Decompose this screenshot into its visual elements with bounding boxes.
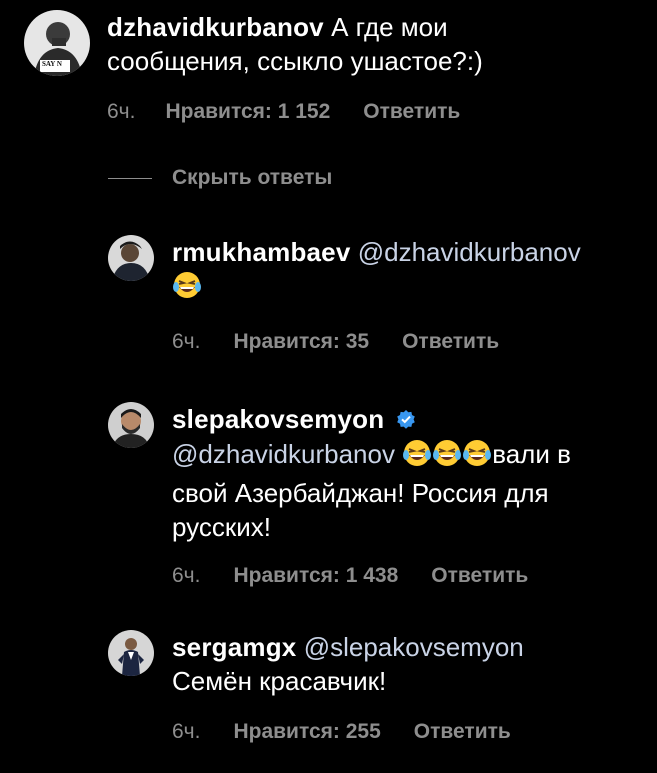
avatar[interactable] (108, 402, 154, 448)
avatar[interactable] (108, 235, 154, 281)
reply-mention[interactable]: @slepakovsemyon (304, 632, 524, 662)
reply-username[interactable]: sergamgx (172, 632, 296, 662)
hide-replies-button[interactable]: Скрыть ответы (108, 166, 332, 190)
hide-replies-label: Скрыть ответы (172, 166, 333, 189)
reply-username[interactable]: slepakovsemyon (172, 404, 384, 434)
reply-username[interactable]: rmukhambaev (172, 237, 351, 267)
avatar-image-icon (108, 235, 154, 281)
avatar[interactable]: SAY N (24, 10, 90, 76)
reply-button[interactable]: Ответить (431, 564, 528, 588)
reply-likes[interactable]: Нравится: 255 (233, 720, 380, 744)
reply-button[interactable]: Ответить (414, 720, 511, 744)
reply-mention[interactable]: @dzhavidkurbanov (358, 237, 581, 267)
comment-text-line2: сообщения, ссыкло ушастое?:) (107, 46, 483, 76)
reply-text-line3: русских! (172, 512, 271, 542)
reply-meta: 6ч. Нравится: 1 438 Ответить (172, 564, 571, 588)
reply-text-after-emoji: вали в (492, 439, 571, 469)
reply-time: 6ч. (172, 330, 201, 353)
reply-likes[interactable]: Нравится: 35 (233, 330, 369, 354)
reply-button[interactable]: Ответить (363, 100, 460, 124)
reply-likes[interactable]: Нравится: 1 438 (233, 564, 398, 588)
reply-comment: rmukhambaev @dzhavidkurbanov 6ч. Нравитс… (108, 235, 581, 354)
comment-text: dzhavidkurbanov А где мои сообщения, ссы… (107, 10, 483, 78)
hide-replies-line (108, 177, 152, 179)
reply-time: 6ч. (172, 564, 201, 587)
reply-comment: slepakovsemyon @dzhavidkurbanov вали в с… (108, 402, 571, 588)
reply-text: sergamgx @slepakovsemyon Семён красавчик… (172, 630, 524, 698)
reply-text: slepakovsemyon @dzhavidkurbanov вали в с… (172, 402, 571, 544)
reply-comment: sergamgx @slepakovsemyon Семён красавчик… (108, 630, 524, 744)
reply-text-line2: Семён красавчик! (172, 666, 387, 696)
reply-meta: 6ч. Нравится: 255 Ответить (172, 720, 524, 744)
laughing-emoji-icon (172, 270, 202, 308)
reply-mention[interactable]: @dzhavidkurbanov (172, 439, 395, 469)
comment-username[interactable]: dzhavidkurbanov (107, 12, 324, 42)
reply-text: rmukhambaev @dzhavidkurbanov (172, 235, 581, 308)
reply-meta: 6ч. Нравится: 35 Ответить (172, 330, 581, 354)
avatar-shirt-text: SAY N (42, 60, 62, 68)
comment-meta: 6ч. Нравится: 1 152 Ответить (107, 100, 483, 124)
avatar-image-icon (108, 402, 154, 448)
reply-button[interactable]: Ответить (402, 330, 499, 354)
avatar[interactable] (108, 630, 154, 676)
avatar-image-icon (108, 630, 154, 676)
reply-text-line2: свой Азербайджан! Россия для (172, 478, 549, 508)
laughing-emoji-icon (402, 438, 492, 476)
comment-likes[interactable]: Нравится: 1 152 (165, 100, 330, 124)
comment-time: 6ч. (107, 100, 136, 123)
comment-top: SAY N dzhavidkurbanov А где мои сообщени… (24, 10, 483, 124)
reply-time: 6ч. (172, 720, 201, 743)
verified-badge-icon (396, 403, 416, 437)
comment-text-line1: А где мои (331, 12, 448, 42)
